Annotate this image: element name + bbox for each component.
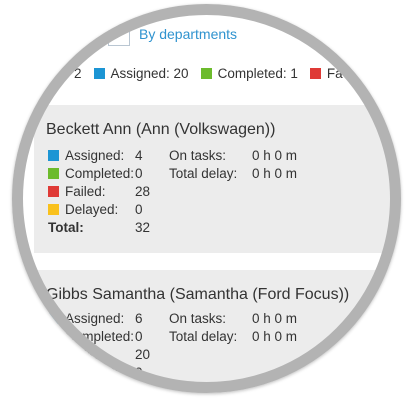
failed-color-swatch bbox=[309, 67, 321, 79]
by-departments-link[interactable]: By departments bbox=[139, 26, 237, 42]
total-label: Total: bbox=[48, 220, 84, 235]
driver-name: Beckett Ann (Ann (Volkswagen)) bbox=[46, 121, 276, 138]
completed-color-swatch bbox=[48, 331, 59, 342]
legend-completed-label: Completed: 1 bbox=[217, 65, 298, 81]
delayed-value: 0 bbox=[135, 202, 143, 217]
completed-row: Completed: 0 Total delay: 0 h 0 m bbox=[48, 328, 297, 345]
delayed-label: Delayed: bbox=[65, 202, 119, 217]
on-tasks-label: On tasks: bbox=[169, 311, 227, 326]
failed-color-swatch bbox=[48, 349, 59, 360]
legend-item-failed: Fa bbox=[309, 65, 343, 81]
driver-card[interactable]: Gibbs Samantha (Samantha (Ford Focus)) A… bbox=[34, 270, 401, 393]
total-delay-label: Total delay: bbox=[169, 329, 238, 344]
completed-row: Completed: 0 Total delay: 0 h 0 m bbox=[48, 165, 297, 182]
completed-color-swatch bbox=[200, 67, 212, 79]
completed-value: 0 bbox=[135, 329, 143, 344]
legend-assigned-label: Assigned: 20 bbox=[110, 65, 189, 81]
total-row: Total: 26 bbox=[48, 382, 169, 393]
total-delay-value: 0 h 0 m bbox=[252, 166, 298, 181]
legend-failed-label: Fa bbox=[326, 65, 343, 81]
completed-value: 0 bbox=[135, 166, 143, 181]
on-tasks-value: 0 h 0 m bbox=[252, 311, 298, 326]
assigned-value: 6 bbox=[135, 311, 143, 326]
assigned-label: Assigned: bbox=[65, 311, 125, 326]
completed-label: Completed: bbox=[65, 329, 135, 344]
assigned-color-swatch bbox=[48, 150, 59, 161]
completed-label: Completed: bbox=[65, 166, 135, 181]
delayed-color-swatch bbox=[48, 367, 59, 378]
failed-row: Failed: 20 bbox=[48, 346, 169, 363]
total-delay-label: Total delay: bbox=[169, 166, 238, 181]
legend-item-count: 2 bbox=[74, 66, 82, 81]
delayed-label: Delayed: bbox=[65, 365, 119, 380]
magnifier-lens: By departments 2 Assigned: 20 Completed:… bbox=[12, 4, 401, 393]
summary-legend: 2 Assigned: 20 Completed: 1 Fa bbox=[74, 65, 355, 81]
assigned-label: Assigned: bbox=[65, 148, 125, 163]
assigned-value: 4 bbox=[135, 148, 143, 163]
total-delay-value: 0 h 0 m bbox=[252, 329, 298, 344]
failed-label: Failed: bbox=[65, 184, 106, 199]
delayed-row: Delayed: 0 bbox=[48, 201, 169, 218]
total-row: Total: 32 bbox=[48, 219, 169, 236]
completed-color-swatch bbox=[48, 168, 59, 179]
assigned-color-swatch bbox=[48, 313, 59, 324]
failed-value: 28 bbox=[135, 184, 151, 199]
failed-row: Failed: 28 bbox=[48, 183, 169, 200]
failed-color-swatch bbox=[48, 186, 59, 197]
delayed-color-swatch bbox=[48, 204, 59, 215]
assigned-row: Assigned: 4 On tasks: 0 h 0 m bbox=[48, 147, 297, 164]
legend-item-assigned: Assigned: 20 bbox=[93, 65, 189, 81]
assigned-color-swatch bbox=[93, 67, 105, 79]
on-tasks-value: 0 h 0 m bbox=[252, 148, 298, 163]
total-label: Total: bbox=[48, 383, 84, 393]
failed-label: Failed: bbox=[65, 347, 106, 362]
total-value: 26 bbox=[135, 383, 151, 393]
view-toggle-box[interactable] bbox=[108, 24, 130, 46]
assigned-row: Assigned: 6 On tasks: 0 h 0 m bbox=[48, 310, 297, 327]
legend-item-completed: Completed: 1 bbox=[200, 65, 298, 81]
driver-name: Gibbs Samantha (Samantha (Ford Focus)) bbox=[46, 286, 350, 303]
on-tasks-label: On tasks: bbox=[169, 148, 227, 163]
failed-value: 20 bbox=[135, 347, 151, 362]
total-value: 32 bbox=[135, 220, 151, 235]
report-view: By departments 2 Assigned: 20 Completed:… bbox=[12, 4, 401, 393]
delayed-row: Delayed: 0 bbox=[48, 364, 169, 381]
legend-count-label: 2 bbox=[74, 65, 82, 81]
driver-card[interactable]: Beckett Ann (Ann (Volkswagen)) Assigned:… bbox=[34, 105, 401, 253]
delayed-value: 0 bbox=[135, 365, 143, 380]
